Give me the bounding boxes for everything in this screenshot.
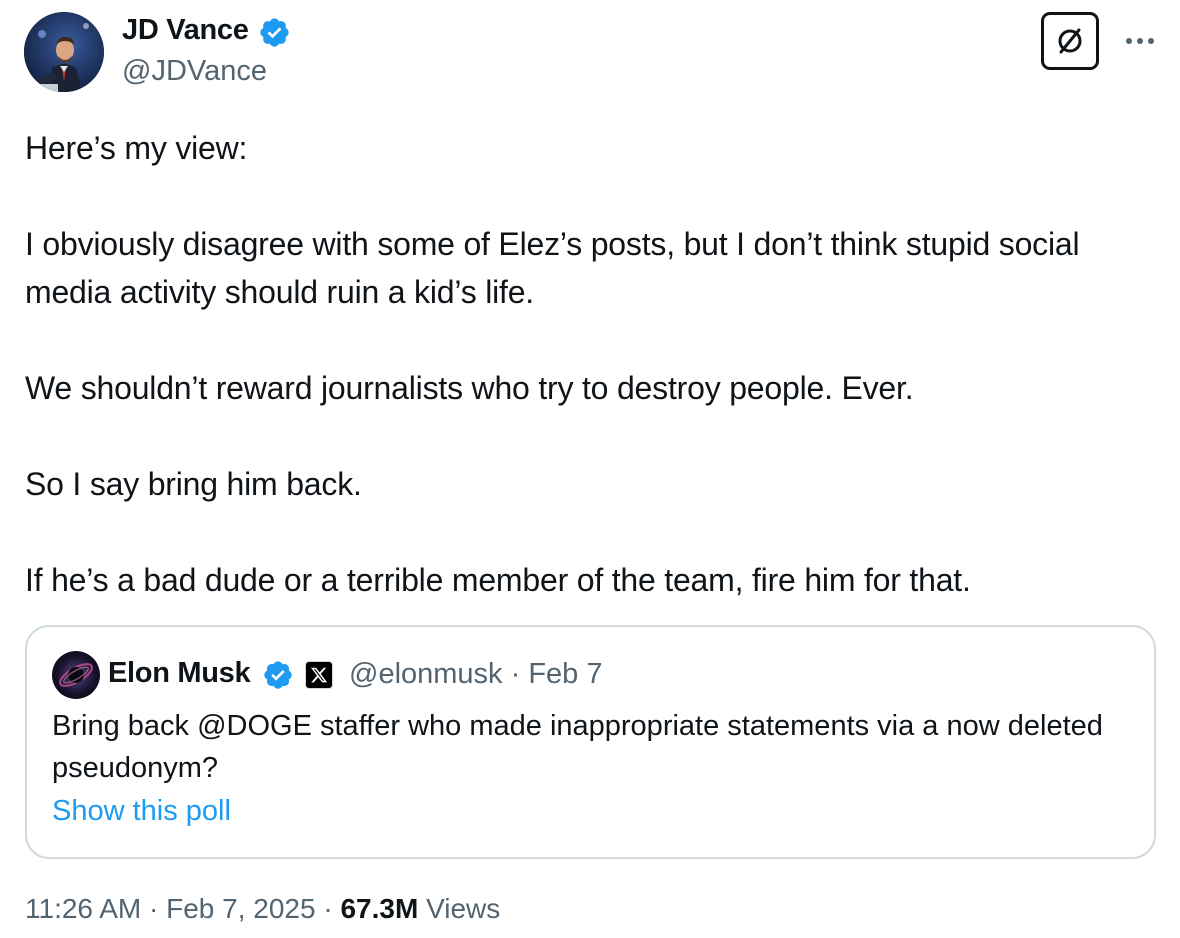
tweet-time[interactable]: 11:26 AM bbox=[25, 893, 141, 924]
slashed-circle-icon bbox=[1058, 28, 1082, 54]
quote-author-avatar[interactable] bbox=[52, 651, 100, 699]
tweet-paragraph: We shouldn’t reward journalists who try … bbox=[25, 370, 914, 406]
verified-badge-icon bbox=[260, 18, 289, 47]
quote-author-name[interactable]: Elon Musk bbox=[108, 657, 251, 690]
tweet-paragraph: Here’s my view: bbox=[25, 130, 248, 166]
quoted-tweet-card[interactable]: Elon Musk @elonmusk · Feb 7 Bring back @… bbox=[25, 625, 1156, 859]
tweet-text: Here’s my view: I obviously disagree wit… bbox=[25, 124, 1155, 604]
tweet-paragraph: If he’s a bad dude or a terrible member … bbox=[25, 562, 971, 598]
tweet-paragraph: I obviously disagree with some of Elez’s… bbox=[25, 226, 1080, 310]
tweet-paragraph: So I say bring him back. bbox=[25, 466, 362, 502]
views-label: Views bbox=[418, 893, 501, 924]
tweet: JD Vance @JDVance Here’s my view: I obvi… bbox=[0, 0, 1180, 938]
author-handle[interactable]: @JDVance bbox=[122, 55, 267, 88]
avatar-image bbox=[52, 651, 100, 699]
quote-date[interactable]: Feb 7 bbox=[528, 658, 602, 690]
quote-author-handle[interactable]: @elonmusk bbox=[349, 658, 503, 690]
verified-badge-icon bbox=[264, 661, 292, 689]
show-poll-link[interactable]: Show this poll bbox=[52, 795, 231, 828]
views-count: 67.3M bbox=[340, 893, 419, 924]
footer-separator: · bbox=[315, 893, 341, 924]
tweet-date[interactable]: Feb 7, 2025 bbox=[166, 893, 315, 924]
meta-separator: · bbox=[502, 658, 529, 690]
x-logo-icon bbox=[305, 661, 333, 689]
quote-text: Bring back @DOGE staffer who made inappr… bbox=[52, 710, 1103, 784]
author-name[interactable]: JD Vance bbox=[122, 14, 249, 47]
avatar-image bbox=[24, 12, 104, 92]
quote-meta: @elonmusk · Feb 7 bbox=[349, 658, 603, 691]
more-dots-icon[interactable] bbox=[1120, 26, 1160, 56]
grok-button[interactable] bbox=[1041, 12, 1099, 70]
tweet-timestamp-row: 11:26 AM · Feb 7, 2025 · 67.3M Views bbox=[25, 893, 500, 925]
author-avatar[interactable] bbox=[24, 12, 104, 92]
footer-separator: · bbox=[141, 893, 167, 924]
